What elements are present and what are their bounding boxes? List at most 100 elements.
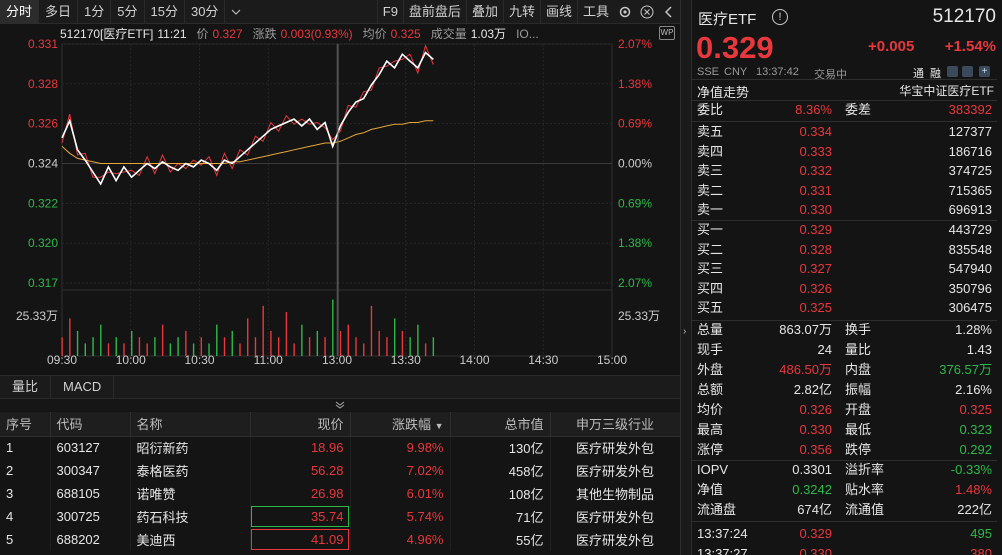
plus-icon[interactable]: + <box>979 66 990 77</box>
tab-intraday[interactable]: 分时 <box>0 0 40 24</box>
bid-level-label: 买四 <box>697 280 724 296</box>
tab-1min[interactable]: 1分 <box>78 0 112 24</box>
close-icon[interactable] <box>636 0 658 24</box>
col-header-pct[interactable]: 涨跌幅 ▼ <box>350 412 451 437</box>
chevron-down-icon[interactable] <box>225 0 247 24</box>
col-header-industry[interactable]: 申万三级行业 <box>550 412 681 437</box>
y-axis-pct-label: 2.07% <box>618 276 652 290</box>
intraday-chart[interactable]: 0.331 2.07% 0.328 1.38% 0.326 0.69% 0.324 0.00%… <box>0 24 680 375</box>
tab-volume-ratio[interactable]: 量比 <box>0 376 52 398</box>
draw-line-button[interactable]: 画线 <box>539 0 577 24</box>
volume-bar <box>169 343 172 356</box>
stat-row[interactable]: 总额 2.82亿 振幅 2.16% <box>692 380 997 400</box>
stat-value: 0.330 <box>799 422 832 437</box>
chevron-left-icon[interactable] <box>658 0 680 24</box>
ask-row[interactable]: 卖四 0.333 186716 <box>692 142 997 162</box>
col-header-code[interactable]: 代码 <box>50 412 131 437</box>
tab-5min[interactable]: 5分 <box>111 0 145 24</box>
tools-button[interactable]: 工具 <box>576 0 614 24</box>
bid-row[interactable]: 买四 0.326 350796 <box>692 279 997 299</box>
chart-info-bar: 512170[医疗ETF] 11:21 价 0.327 涨跌 0.003(0.9… <box>60 25 543 43</box>
col-header-name[interactable]: 名称 <box>130 412 251 437</box>
f9-button[interactable]: F9 <box>376 0 403 24</box>
y-axis-price-label: 0.326 <box>28 117 58 131</box>
bid-volume: 350796 <box>948 280 992 296</box>
table-row[interactable]: 3 688105 诺唯赞 26.98 6.01% 108亿 其他生物制品 <box>0 482 681 505</box>
ask-row[interactable]: 卖二 0.331 715365 <box>692 181 997 201</box>
stat-row[interactable]: 最高 0.330 最低 0.323 <box>692 420 997 440</box>
volume-bar <box>185 330 187 356</box>
stat-value: 1.48% <box>955 482 992 497</box>
ask-level-label: 卖二 <box>697 182 724 198</box>
table-row[interactable]: 5 688202 美迪西 41.09 4.96% 55亿 医疗研发外包 <box>0 528 681 551</box>
stat-value: 0.3301 <box>792 462 832 477</box>
tick-volume: 495 <box>970 526 992 541</box>
tick-row[interactable]: 13:37:27 0.330 380 <box>692 544 997 555</box>
volume-bar <box>84 343 87 356</box>
tab-30min[interactable]: 30分 <box>185 0 226 24</box>
row-cap: 130亿 <box>450 436 551 459</box>
volume-bar <box>100 324 102 356</box>
stat-value: 0.356 <box>799 442 832 457</box>
volume-bar <box>239 343 241 356</box>
tick-row[interactable]: 13:37:24 0.329 495 <box>692 524 997 544</box>
tab-multi-day[interactable]: 多日 <box>39 0 79 24</box>
overlay-button[interactable]: 叠加 <box>465 0 503 24</box>
wp-icon[interactable]: WP <box>659 26 675 40</box>
etf-stat-row[interactable]: IOPV 0.3301 溢折率 -0.33% <box>692 460 997 480</box>
bid-row[interactable]: 买一 0.329 443729 <box>692 220 997 240</box>
collapse-handle[interactable] <box>0 399 680 411</box>
table-row[interactable]: 4 300725 药石科技 35.74 5.74% 71亿 医疗研发外包 <box>0 505 681 528</box>
y-axis-pct-label: 0.00% <box>618 157 652 171</box>
table-row[interactable]: 2 300347 泰格医药 56.28 7.02% 458亿 医疗研发外包 <box>0 459 681 482</box>
bid-row[interactable]: 买二 0.328 835548 <box>692 240 997 260</box>
panel-divider[interactable]: › <box>680 0 692 555</box>
volume-bar <box>370 305 373 356</box>
col-header-price[interactable]: 现价 <box>250 412 351 437</box>
stat-row[interactable]: 涨停 0.356 跌停 0.292 <box>692 440 997 460</box>
gear-icon[interactable] <box>614 0 636 24</box>
volume-bar <box>378 330 380 356</box>
bid-volume: 443729 <box>948 222 992 237</box>
edit-icon[interactable] <box>947 66 958 77</box>
stat-row[interactable]: 均价 0.326 开盘 0.325 <box>692 400 997 420</box>
chart-canvas[interactable]: 0.331 2.07% 0.328 1.38% 0.326 0.69% 0.324 0.00%… <box>0 24 680 375</box>
volume-bar <box>92 337 94 356</box>
stat-label: 总量 <box>697 322 724 337</box>
col-header-cap[interactable]: 总市值 <box>450 412 551 437</box>
stat-value: 674亿 <box>797 502 832 517</box>
tab-15min[interactable]: 15分 <box>145 0 185 24</box>
quote-time: 13:37:42 <box>756 66 799 78</box>
bid-row[interactable]: 买五 0.325 306475 <box>692 298 997 318</box>
nine-turn-button[interactable]: 九转 <box>502 0 540 24</box>
y-axis-price-label: 0.328 <box>28 77 58 91</box>
bid-row[interactable]: 买三 0.327 547940 <box>692 259 997 279</box>
ask-row[interactable]: 卖一 0.330 696913 <box>692 200 997 220</box>
info-circle-icon[interactable]: ! <box>772 9 788 25</box>
ask-row[interactable]: 卖五 0.334 127377 <box>692 122 997 142</box>
security-code: 512170 <box>932 6 996 27</box>
stat-row[interactable]: 现手 24 量比 1.43 <box>692 340 997 360</box>
nav-trend-link[interactable]: 净值走势 <box>697 82 749 101</box>
stat-label: 最高 <box>697 422 724 437</box>
volume-bar <box>285 312 288 356</box>
etf-stat-row[interactable]: 流通盘 674亿 流通值 222亿 <box>692 500 997 520</box>
row-industry: 医疗研发外包 <box>550 505 681 528</box>
table-row[interactable]: 1 603127 昭衍新药 18.96 9.98% 130亿 医疗研发外包 <box>0 436 681 459</box>
tab-macd[interactable]: MACD <box>51 376 115 398</box>
etf-stat-row[interactable]: 净值 0.3242 贴水率 1.48% <box>692 480 997 500</box>
weicha-value: 383392 <box>948 102 992 117</box>
row-no: 4 <box>0 505 51 528</box>
stat-row[interactable]: 总量 863.07万 换手 1.28% <box>692 320 997 340</box>
pre-post-market-button[interactable]: 盘前盘后 <box>402 0 466 24</box>
volume-bar <box>254 337 257 356</box>
ask-row[interactable]: 卖三 0.332 374725 <box>692 161 997 181</box>
stat-label: 外盘 <box>697 362 724 377</box>
pencil-icon[interactable] <box>962 66 973 77</box>
row-industry: 医疗研发外包 <box>550 436 681 459</box>
volume-label: 成交量 <box>430 27 467 41</box>
stat-label: 均价 <box>697 402 724 417</box>
chevron-right-icon[interactable]: › <box>683 326 686 337</box>
stat-row[interactable]: 外盘 486.50万 内盘 376.57万 <box>692 360 997 380</box>
col-header-no[interactable]: 序号 <box>0 412 51 437</box>
